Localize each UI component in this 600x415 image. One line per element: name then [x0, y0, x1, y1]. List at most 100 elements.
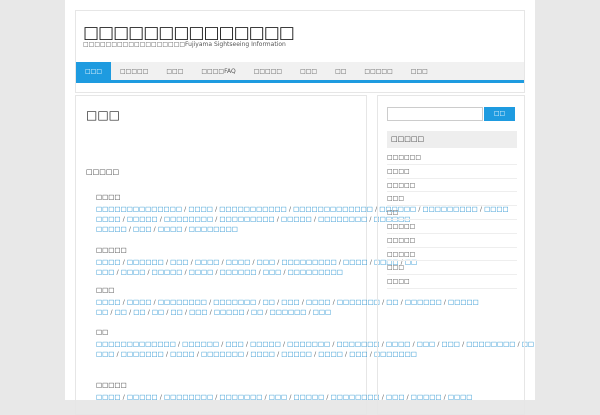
link-line: □□□□□ / □□□ / □□□□ / □□□□□□□□	[96, 225, 238, 233]
nav-item[interactable]: □□□	[76, 62, 112, 82]
category-link[interactable]: □□□□□	[387, 179, 517, 193]
sitemap-link[interactable]: □□□	[349, 350, 367, 358]
nav-item[interactable]: □□□□FAQ	[192, 62, 244, 82]
sitemap-link[interactable]: □□	[263, 298, 275, 306]
page-title: □□□	[86, 108, 121, 122]
nav-item[interactable]: □□□□□	[111, 62, 157, 82]
sitemap-link[interactable]: □□□□□□	[270, 308, 307, 316]
sitemap-link[interactable]: □□□□	[158, 225, 183, 233]
group-title: □□	[96, 328, 109, 336]
sitemap-link[interactable]: □□□	[225, 340, 243, 348]
sitemap-link[interactable]: □□□□□	[127, 215, 158, 223]
sitemap-link[interactable]: □□□□□□□	[121, 350, 164, 358]
link-line: □□ / □□ / □□ / □□ / □□ / □□□ / □□□□□ / □…	[96, 308, 332, 316]
sitemap-link[interactable]: □□	[171, 308, 183, 316]
sitemap-link[interactable]: □□□□	[96, 215, 121, 223]
sitemap-link[interactable]: □□□□□□	[127, 258, 164, 266]
site-tagline: □□□□□□□□□□□□□□□□□□Fujiyama Sightseeing I…	[83, 41, 286, 48]
sitemap-link[interactable]: □□□□	[318, 350, 343, 358]
sitemap-link[interactable]: □□	[115, 308, 127, 316]
category-link[interactable]: □□□□	[387, 275, 517, 289]
sitemap-link[interactable]: □□□□□	[281, 350, 312, 358]
sitemap-link[interactable]: □□□□	[188, 205, 213, 213]
sitemap-heading: □□□□□	[86, 168, 120, 176]
nav-item[interactable]: □□□□□	[355, 62, 401, 82]
sitemap-group: □□□□□ □□□□ / □□□□□ / □□□□□□□□ / □□□□□□□ /…	[96, 381, 472, 402]
sitemap-link[interactable]: □□□□□□□□	[189, 225, 238, 233]
sitemap-link[interactable]: □□□□□□□□□□□□□	[96, 340, 176, 348]
category-link[interactable]: □□□□□	[387, 248, 517, 262]
group-title: □□□□	[96, 193, 121, 201]
sitemap-link[interactable]: □□□□	[96, 298, 121, 306]
sitemap-link[interactable]: □□□□	[121, 268, 146, 276]
category-link[interactable]: □□□□□	[387, 220, 517, 234]
sitemap-link[interactable]: □□□□	[250, 350, 275, 358]
sitemap-link[interactable]: □□□□□□□	[201, 350, 244, 358]
nav-item[interactable]: □□□	[402, 62, 437, 82]
sitemap-link[interactable]: □□□□□	[152, 268, 183, 276]
sitemap-link[interactable]: □□□□□□□□□□□□□□	[96, 205, 182, 213]
nav-item[interactable]: □□	[326, 62, 355, 82]
category-link[interactable]: □□□□□	[387, 234, 517, 248]
sitemap-group: □□□□ □□□□□□□□□□□□□□ / □□□□ / □□□□□□□□□□□ …	[96, 193, 509, 234]
sitemap-link[interactable]: □□□□□□□□□	[281, 258, 336, 266]
sitemap-link[interactable]: □□□□	[189, 268, 214, 276]
link-line: □□□ / □□□□□□□ / □□□□ / □□□□□□□ / □□□□ / …	[96, 350, 417, 358]
category-link[interactable]: □□□□	[387, 165, 517, 179]
sitemap-link[interactable]: □□□	[189, 308, 207, 316]
category-link[interactable]: □□□	[387, 261, 517, 276]
link-line: □□□□ / □□□□□ / □□□□□□□□ / □□□□□□□□□ / □□…	[96, 215, 411, 223]
sitemap-link[interactable]: □□□□□□	[220, 268, 257, 276]
nav-item[interactable]: □□□	[291, 62, 326, 82]
category-link[interactable]: □□□	[387, 192, 517, 207]
sitemap-link[interactable]: □□□	[96, 350, 114, 358]
sitemap-link[interactable]: □□□	[313, 308, 331, 316]
sitemap-link[interactable]: □□□□	[96, 258, 121, 266]
sitemap-link[interactable]: □□□□□	[214, 308, 245, 316]
sitemap-link[interactable]: □□□□□□□	[337, 340, 380, 348]
sitemap-link[interactable]: □□□□□□□□□	[288, 268, 343, 276]
sitemap-link[interactable]: □□□□	[226, 258, 251, 266]
sitemap-link[interactable]: □□□□□□□□	[318, 215, 367, 223]
sitemap-link[interactable]: □□□□□□	[182, 340, 219, 348]
nav-item[interactable]: □□□	[157, 62, 192, 82]
sitemap-link[interactable]: □□□□□□□	[287, 340, 330, 348]
group-title: □□□	[96, 286, 115, 294]
sitemap-link[interactable]: □□□	[281, 298, 299, 306]
sitemap-link[interactable]: □□	[133, 308, 145, 316]
category-widget-title: □□□□□	[387, 131, 517, 148]
sitemap-link[interactable]: □□□	[170, 258, 188, 266]
sitemap-link[interactable]: □□□□□□□	[337, 298, 380, 306]
site-header: □□□□□□□□□□□□□□ □□□□□□□□□□□□□□□□□□Fujiyam…	[75, 10, 525, 93]
sitemap-link[interactable]: □□□□	[170, 350, 195, 358]
search-input[interactable]	[387, 107, 483, 121]
sitemap-link[interactable]: □□□□	[343, 258, 368, 266]
sitemap-link[interactable]: □□□	[257, 258, 275, 266]
site-title[interactable]: □□□□□□□□□□□□□□	[83, 23, 295, 43]
sidebar: □□ □□□□□ □□□□□□ □□□□ □□□□□ □□□ □□ □□□□□ □□□□□ □…	[377, 95, 525, 415]
sitemap-link[interactable]: □□□□	[195, 258, 220, 266]
sitemap-link[interactable]: □□□□□	[250, 340, 281, 348]
page-wrapper: □□□□□□□□□□□□□□ □□□□□□□□□□□□□□□□□□Fujiyam…	[65, 0, 535, 415]
sitemap-link[interactable]: □□□□□□□□	[164, 215, 213, 223]
category-link[interactable]: □□□□□□	[387, 151, 517, 165]
sitemap-link[interactable]: □□□□□□□□□	[219, 215, 274, 223]
sitemap-link[interactable]: □□□□□	[281, 215, 312, 223]
sitemap-link[interactable]: □□□□□□□	[213, 298, 256, 306]
sitemap-link[interactable]: □□	[251, 308, 263, 316]
sitemap-link[interactable]: □□□	[263, 268, 281, 276]
nav-item[interactable]: □□□□□	[245, 62, 291, 82]
sitemap-link[interactable]: □□□□□	[96, 225, 127, 233]
category-link[interactable]: □□	[387, 206, 517, 220]
sitemap-link[interactable]: □□□	[96, 268, 114, 276]
sitemap-link[interactable]: □□□□	[306, 298, 331, 306]
sitemap-link[interactable]: □□	[152, 308, 164, 316]
sitemap-link[interactable]: □□□□□□□□□□□	[219, 205, 287, 213]
sitemap-link[interactable]: □□□□	[127, 298, 152, 306]
search-button[interactable]: □□	[484, 107, 515, 121]
sitemap-group: □□□□□ □□□□ / □□□□□□ / □□□ / □□□□ / □□□□ /…	[96, 246, 417, 277]
sitemap-link[interactable]: □□□□□□□□	[158, 298, 207, 306]
sitemap-link[interactable]: □□□	[133, 225, 151, 233]
sitemap-link[interactable]: □□□□□□□□□□□□□	[293, 205, 373, 213]
sitemap-link[interactable]: □□	[96, 308, 108, 316]
